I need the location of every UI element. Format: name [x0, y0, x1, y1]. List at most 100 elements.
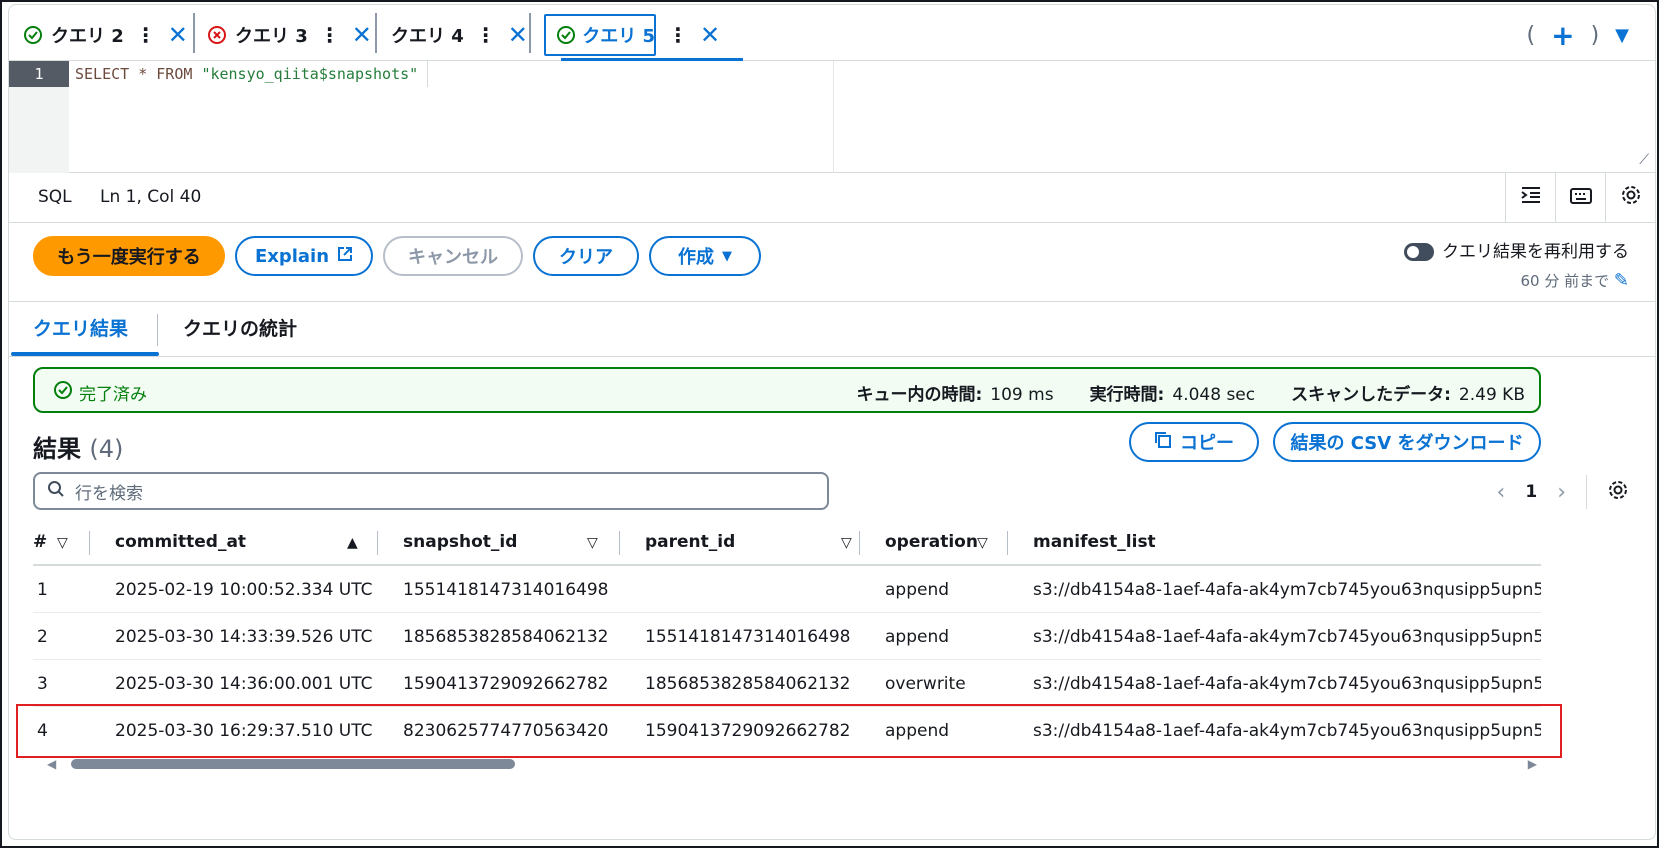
pagination: ‹ 1 ›: [1497, 475, 1629, 509]
row-highlight-annotation: [16, 704, 1562, 758]
code-line-1[interactable]: SELECT * FROM "kensyo_qiita$snapshots": [69, 61, 429, 87]
keyboard-shortcuts-button[interactable]: [1555, 173, 1605, 223]
header-label: #: [33, 532, 48, 552]
copy-label: コピー: [1180, 433, 1234, 454]
tab-menu-icon[interactable]: ⋮: [476, 23, 496, 47]
close-icon[interactable]: ✕: [700, 21, 720, 49]
success-status-icon: [556, 25, 576, 45]
tab-label: クエリ 3: [235, 26, 308, 47]
scroll-right-icon[interactable]: ▶: [1528, 757, 1537, 771]
download-csv-button[interactable]: 結果の CSV をダウンロード: [1273, 422, 1541, 462]
sql-editor[interactable]: 1 SELECT * FROM "kensyo_qiita$snapshots"…: [9, 61, 1655, 173]
queue-time-label: キュー内の時間:: [856, 385, 983, 405]
next-page-icon[interactable]: ›: [1557, 480, 1566, 505]
copy-button[interactable]: コピー: [1129, 422, 1259, 462]
tab-divider: [529, 13, 531, 53]
add-tab-button[interactable]: +: [1551, 19, 1574, 52]
cancel-button[interactable]: キャンセル: [383, 236, 523, 276]
active-result-tab-indicator: [11, 352, 159, 356]
format-button[interactable]: [1505, 173, 1555, 223]
queue-time: キュー内の時間: 109 ms: [856, 380, 1053, 405]
run-time-label: 実行時間:: [1089, 385, 1165, 405]
pager-divider: [1586, 475, 1587, 509]
editor-settings-button[interactable]: [1605, 173, 1655, 223]
current-page[interactable]: 1: [1525, 482, 1537, 502]
table-row[interactable]: 2 2025-03-30 14:33:39.526 UTC 1856853828…: [33, 613, 1541, 660]
run-time-value: 4.048 sec: [1172, 385, 1256, 405]
column-divider[interactable]: [89, 531, 90, 555]
run-again-button[interactable]: もう一度実行する: [33, 236, 225, 276]
tab-query-4[interactable]: クエリ 4 ⋮ ✕: [377, 9, 528, 61]
cell-manifest-list: s3://db4154a8-1aef-4afa-ak4ym7cb745you63…: [1033, 580, 1541, 600]
previous-page-icon[interactable]: ‹: [1497, 480, 1506, 505]
table-row[interactable]: 1 2025-02-19 10:00:52.334 UTC 1551418147…: [33, 566, 1541, 613]
tab-options-caret-icon[interactable]: ▼: [1615, 25, 1629, 46]
sort-icon[interactable]: ▽: [57, 535, 68, 551]
column-divider[interactable]: [377, 531, 378, 555]
column-header-index[interactable]: # ▽: [33, 532, 68, 552]
tab-query-5[interactable]: クエリ 5 ⋮ ✕: [544, 9, 720, 61]
tab-query-results[interactable]: クエリ結果: [33, 302, 128, 358]
editor-status-bar: SQL Ln 1, Col 40: [9, 173, 1655, 223]
data-scanned-value: 2.49 KB: [1458, 385, 1525, 405]
cursor-position: Ln 1, Col 40: [100, 187, 202, 207]
row-search-input[interactable]: 行を検索: [33, 472, 829, 510]
column-divider[interactable]: [859, 531, 860, 555]
create-label: 作成: [678, 247, 714, 268]
cell-snapshot-id: 1590413729092662782: [403, 674, 609, 694]
clear-button[interactable]: クリア: [533, 236, 639, 276]
sort-icon[interactable]: ▽: [841, 535, 852, 551]
column-header-parent-id[interactable]: parent_id ▽: [645, 532, 865, 552]
column-header-operation[interactable]: operation ▽: [885, 532, 1005, 552]
result-tab-divider: [157, 314, 158, 346]
scroll-left-icon[interactable]: ◀: [47, 757, 56, 771]
tab-menu-icon[interactable]: ⋮: [320, 23, 340, 47]
header-label: snapshot_id: [403, 532, 518, 552]
column-header-manifest-list[interactable]: manifest_list: [1033, 532, 1156, 552]
resize-handle-icon[interactable]: ⟋: [1639, 152, 1649, 168]
close-icon[interactable]: ✕: [508, 21, 528, 49]
table-settings-icon[interactable]: [1607, 479, 1629, 506]
active-tab-label-box: クエリ 5: [544, 14, 656, 56]
cell-snapshot-id: 1856853828584062132: [403, 627, 609, 647]
explain-button[interactable]: Explain: [235, 236, 373, 276]
reuse-results-toggle[interactable]: [1404, 243, 1434, 261]
tab-menu-icon[interactable]: ⋮: [668, 23, 688, 47]
table-header: # ▽ committed_at ▲ snapshot_id ▽ parent_id ▽…: [33, 520, 1541, 566]
line-number: 1: [9, 61, 69, 87]
tab-query-3[interactable]: クエリ 3 ⋮ ✕: [193, 9, 372, 61]
indent-icon: [1520, 185, 1542, 211]
sort-icon[interactable]: ▽: [587, 535, 598, 551]
cell-parent-id: 1551418147314016498: [645, 627, 851, 647]
queue-time-value: 109 ms: [990, 385, 1054, 405]
tab-label: クエリ 4: [391, 26, 464, 47]
table-row[interactable]: 3 2025-03-30 14:36:00.001 UTC 1590413729…: [33, 660, 1541, 707]
cell-parent-id: 1856853828584062132: [645, 674, 851, 694]
close-icon[interactable]: ✕: [168, 21, 188, 49]
tab-menu-icon[interactable]: ⋮: [136, 23, 156, 47]
language-label: SQL: [38, 187, 72, 207]
result-tabs: クエリ結果 クエリの統計: [9, 301, 1655, 357]
explain-label: Explain: [254, 245, 330, 267]
tab-query-stats[interactable]: クエリの統計: [183, 302, 297, 358]
keyboard-icon: [1569, 186, 1592, 211]
completed-label: 完了済み: [79, 385, 147, 405]
column-divider[interactable]: [1007, 531, 1008, 555]
tab-query-2[interactable]: クエリ 2 ⋮ ✕: [9, 9, 188, 61]
caret-down-icon: ▼: [722, 248, 732, 264]
completed-status: 完了済み: [53, 380, 147, 405]
sort-icon[interactable]: ▽: [977, 535, 988, 551]
column-header-committed-at[interactable]: committed_at ▲: [115, 532, 371, 552]
edit-pencil-icon[interactable]: ✎: [1614, 270, 1629, 291]
cell-index: 3: [37, 674, 48, 694]
close-icon[interactable]: ✕: [352, 21, 372, 49]
column-header-snapshot-id[interactable]: snapshot_id ▽: [403, 532, 603, 552]
code-keyword: SELECT * FROM: [75, 65, 202, 83]
scrollbar-thumb[interactable]: [71, 759, 515, 769]
sort-ascending-icon[interactable]: ▲: [347, 535, 358, 551]
column-divider[interactable]: [619, 531, 620, 555]
data-scanned-label: スキャンしたデータ:: [1291, 385, 1451, 405]
create-button[interactable]: 作成 ▼: [649, 236, 761, 276]
horizontal-scrollbar[interactable]: ◀ ▶: [47, 757, 1537, 771]
code-string: "kensyo_qiita$snapshots": [201, 65, 419, 83]
